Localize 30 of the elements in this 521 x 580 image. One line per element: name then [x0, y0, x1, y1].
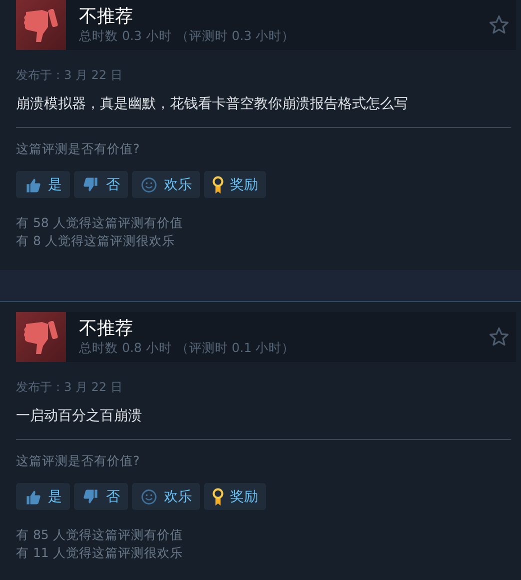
ribbon-icon — [212, 486, 224, 506]
no-button[interactable]: 否 — [74, 483, 128, 510]
vote-count-text: 有 8 人觉得这篇评测很欢乐 — [16, 232, 176, 250]
playtime-text: 总时数 0.3 小时 （评测时 0.3 小时） — [79, 28, 296, 44]
star-icon[interactable] — [488, 326, 510, 348]
award-button[interactable]: 奖励 — [204, 171, 266, 198]
yes-button[interactable]: 是 — [16, 171, 70, 198]
vote-count-text: 有 58 人觉得这篇评测有价值 — [16, 214, 184, 232]
helpful-prompt: 这篇评测是否有价值? — [16, 453, 141, 470]
helpful-prompt: 这篇评测是否有价值? — [16, 141, 141, 158]
no-button[interactable]: 否 — [74, 171, 128, 198]
ribbon-icon — [212, 174, 224, 194]
star-icon[interactable] — [488, 14, 510, 36]
thumbs-down-icon — [82, 488, 100, 506]
verdict-title: 不推荐 — [79, 6, 134, 28]
award-button[interactable]: 奖励 — [204, 483, 266, 510]
vote-count-text: 有 85 人觉得这篇评测有价值 — [16, 526, 184, 544]
thumbs-down-icon — [82, 176, 100, 194]
posted-date: 发布于：3 月 22 日 — [16, 67, 124, 84]
yes-button[interactable]: 是 — [16, 483, 70, 510]
verdict-title: 不推荐 — [79, 318, 134, 340]
funny-button[interactable]: 欢乐 — [132, 171, 200, 198]
review-text: 崩溃模拟器，真是幽默，花钱看卡普空教你崩溃报告格式怎么写 — [16, 95, 409, 113]
smiley-icon — [140, 176, 158, 194]
funny-button[interactable]: 欢乐 — [132, 483, 200, 510]
playtime-text: 总时数 0.8 小时 （评测时 0.1 小时） — [79, 340, 296, 356]
posted-date: 发布于：3 月 22 日 — [16, 379, 124, 396]
review-text: 一启动百分之百崩溃 — [16, 407, 143, 425]
smiley-icon — [140, 488, 158, 506]
vote-count-text: 有 11 人觉得这篇评测很欢乐 — [16, 544, 184, 562]
